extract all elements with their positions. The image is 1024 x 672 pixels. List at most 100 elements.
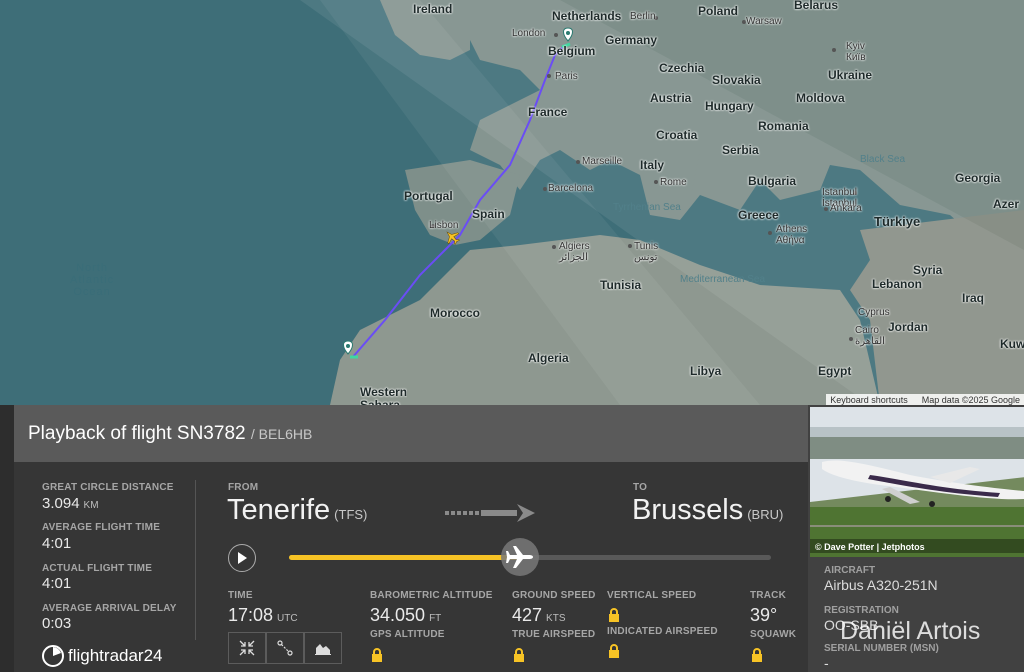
map-label-athens: Athens Αθήνα: [776, 224, 808, 246]
map-label-turkiye: Türkiye: [874, 214, 921, 229]
map-label-black-sea: Black Sea: [860, 154, 906, 165]
map-label-italy: Italy: [640, 158, 665, 172]
origin-city: Tenerife (TFS): [227, 494, 368, 526]
flight-callsign: / BEL6HB: [250, 426, 313, 442]
map-data-credit: Map data ©2025 Google: [921, 395, 1020, 405]
panel-divider: [195, 480, 196, 640]
baro-alt-label: BAROMETRIC ALTITUDE: [370, 590, 493, 601]
airplane-icon: [506, 546, 534, 568]
map-label-croatia: Croatia: [656, 128, 698, 142]
brand-name: flightradar24: [68, 646, 163, 665]
flightradar24-logo[interactable]: flightradar24: [42, 645, 163, 667]
actual-flight-time-label: ACTUAL FLIGHT TIME: [42, 563, 153, 574]
from-label: FROM: [228, 482, 259, 493]
map-label-lebanon: Lebanon: [872, 277, 922, 291]
map-label-ireland: Ireland: [413, 2, 453, 16]
indicated-airspeed-lock-icon: [609, 644, 619, 658]
map-label-kyiv: Kyiv Київ: [846, 41, 866, 63]
flight-title: Playback of flight SN3782: [28, 423, 246, 444]
map-label-rome: Rome: [660, 177, 687, 188]
map-label-serbia: Serbia: [722, 143, 759, 157]
map-label-tyrrhenian: Tyrrhenian Sea: [613, 202, 681, 213]
map-label-portugal: Portugal: [404, 189, 453, 203]
map-label-ankara: Ankara: [830, 203, 862, 214]
squawk-label: SQUAWK: [750, 629, 797, 640]
map-label-slovakia: Slovakia: [712, 73, 761, 87]
map-label-romania: Romania: [758, 119, 809, 133]
map-label-czechia: Czechia: [659, 61, 705, 75]
map-label-iraq: Iraq: [962, 291, 985, 305]
play-icon: [238, 552, 247, 564]
map-label-spain: Spain: [472, 207, 505, 221]
graph-button[interactable]: [304, 632, 342, 664]
map-label-barcelona: Barcelona: [548, 183, 594, 194]
actual-flight-time-value: 4:01: [42, 575, 72, 592]
track-value: 39°: [750, 605, 778, 625]
to-label: TO: [633, 482, 648, 493]
registration-label: REGISTRATION: [824, 605, 899, 616]
map-label-bulgaria: Bulgaria: [748, 174, 797, 188]
direction-arrow-icon: [445, 504, 535, 522]
true-airspeed-label: TRUE AIRSPEED: [512, 629, 596, 640]
map-label-lisbon: Lisbon: [429, 220, 459, 231]
map-label-jordan: Jordan: [888, 320, 929, 334]
map-label-azerbaijan: Azer: [993, 197, 1020, 211]
vertical-speed-label: VERTICAL SPEED: [607, 590, 697, 601]
true-airspeed-lock-icon: [514, 648, 524, 662]
map-label-london: London: [512, 28, 546, 39]
map-label-berlin: Berlin: [630, 11, 656, 22]
msn-value: -: [824, 655, 829, 671]
map-label-tunisia: Tunisia: [600, 278, 642, 292]
track-label: TRACK: [750, 590, 786, 601]
aircraft-type-value: Airbus A320-251N: [824, 577, 938, 593]
progress-fill: [289, 555, 521, 560]
map-label-poland: Poland: [698, 4, 739, 18]
avg-flight-time-value: 4:01: [42, 535, 72, 552]
map-attribution: Keyboard shortcuts Map data ©2025 Google: [826, 394, 1024, 405]
map-label-belarus: Belarus: [794, 0, 839, 12]
radar-logo-icon: [42, 645, 64, 667]
map-label-syria: Syria: [913, 263, 943, 277]
map-label-netherlands: Netherlands: [552, 9, 622, 23]
route-button[interactable]: [266, 632, 304, 664]
map-label-belgium: Belgium: [548, 44, 596, 58]
aircraft-photo[interactable]: [810, 407, 1024, 557]
aircraft-type-label: AIRCRAFT: [824, 565, 876, 576]
avg-flight-time-label: AVERAGE FLIGHT TIME: [42, 522, 161, 533]
map-label-ukraine: Ukraine: [828, 68, 873, 82]
keyboard-shortcuts-link[interactable]: Keyboard shortcuts: [830, 395, 908, 405]
map-label-western-sahara: Western Sahara: [360, 386, 408, 405]
collapse-icon: [239, 640, 255, 656]
map-label-moldova: Moldova: [796, 91, 845, 105]
baro-alt-value: 34.050 FT: [370, 605, 442, 625]
ground-speed-label: GROUND SPEED: [512, 590, 596, 601]
map-label-hungary: Hungary: [705, 99, 754, 113]
play-button[interactable]: [228, 544, 256, 572]
gps-alt-label: GPS ALTITUDE: [370, 629, 445, 640]
map-label-kuwait: Kuw: [1000, 337, 1024, 351]
area-chart-icon: [315, 644, 331, 655]
map-label-germany: Germany: [605, 33, 658, 47]
map-label-algeria: Algeria: [528, 351, 569, 365]
avg-arrival-delay-value: 0:03: [42, 615, 72, 632]
flight-map[interactable]: Ireland Netherlands Berlin Poland Warsaw…: [0, 0, 1024, 405]
gps-alt-lock-icon: [372, 648, 382, 662]
gc-distance-value: 3.094 KM: [42, 495, 99, 512]
squawk-lock-icon: [752, 648, 762, 662]
map-label-med-sea: Mediterranean Sea: [680, 274, 766, 285]
gc-distance-label: GREAT CIRCLE DISTANCE: [42, 482, 174, 493]
map-label-egypt: Egypt: [818, 364, 852, 378]
ground-speed-value: 427 KTS: [512, 605, 566, 625]
map-label-marseille: Marseille: [582, 156, 623, 167]
map-label-austria: Austria: [650, 91, 692, 105]
map-label-georgia: Georgia: [955, 171, 1001, 185]
time-label: TIME: [228, 590, 253, 601]
map-label-cairo: Cairo القاهرة: [855, 325, 885, 347]
aircraft-panel: © Dave Potter | Jetphotos AIRCRAFT Airbu…: [808, 405, 1024, 672]
map-label-cyprus: Cyprus: [858, 307, 890, 318]
collapse-view-button[interactable]: [228, 632, 266, 664]
map-label-morocco: Morocco: [430, 306, 481, 320]
map-label-warsaw: Warsaw: [746, 16, 782, 27]
map-label-north-atlantic: North Atlantic Ocean: [70, 262, 115, 298]
vertical-speed-lock-icon: [609, 608, 619, 622]
